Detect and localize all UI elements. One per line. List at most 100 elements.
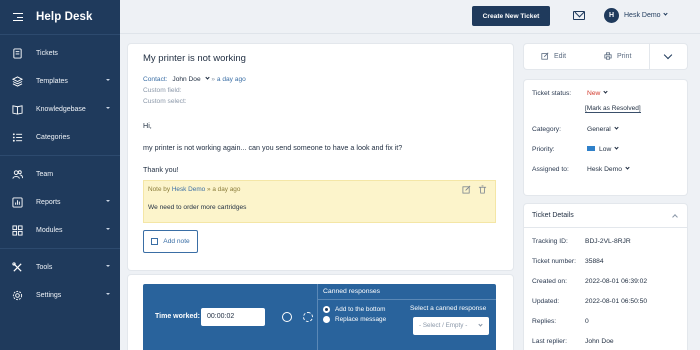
- assigned-value: Hesk Demo: [587, 166, 622, 173]
- ticket-message: Hi, my printer is not working again... c…: [143, 121, 498, 175]
- sidebar-item-knowledgebase[interactable]: Knowledgebase: [0, 95, 120, 123]
- radio-replace-message[interactable]: Replace message: [323, 316, 386, 323]
- chevron-down-icon: [603, 89, 609, 94]
- print-icon: [604, 52, 612, 60]
- reply-card: Time worked: 00:00:02 Canned responses A…: [128, 275, 513, 350]
- sidebar-item-label: Reports: [36, 198, 61, 206]
- sidebar-item-categories[interactable]: Categories: [0, 123, 120, 151]
- chart-icon: [12, 196, 23, 208]
- mark-resolved-link[interactable]: [Mark as Resolved]: [585, 105, 641, 113]
- nav-group-main: Tickets Templates Knowledgebase Categori…: [0, 34, 120, 155]
- add-note-label: Add note: [163, 238, 190, 245]
- chevron-down-icon: [614, 145, 619, 150]
- note-icon: [151, 238, 159, 245]
- edit-icon: [541, 52, 549, 60]
- radio-add-bottom[interactable]: Add to the bottom: [323, 306, 385, 313]
- category-select[interactable]: General: [587, 125, 619, 133]
- canned-heading: Canned responses: [318, 284, 496, 300]
- category-value: General: [587, 126, 611, 133]
- chevron-down-icon: [106, 107, 110, 109]
- chevron-down-icon: [614, 125, 619, 130]
- priority-select[interactable]: Low: [587, 145, 619, 153]
- sidebar-item-tickets[interactable]: Tickets: [0, 39, 120, 67]
- detail-value: 35884: [585, 258, 604, 265]
- sidebar-item-tools[interactable]: Tools: [0, 253, 120, 281]
- message-line: Hi,: [143, 121, 152, 130]
- sidebar-item-label: Tools: [36, 263, 53, 271]
- pause-timer-icon[interactable]: [282, 312, 292, 322]
- category-label: Category:: [532, 126, 561, 133]
- canned-responses: Canned responses Add to the bottom Repla…: [317, 284, 496, 350]
- sidebar-item-label: Templates: [36, 77, 68, 85]
- sidebar-item-team[interactable]: Team: [0, 160, 120, 188]
- mail-icon[interactable]: [573, 11, 585, 20]
- chevron-down-icon: [106, 200, 110, 202]
- detail-label: Last replier:: [532, 338, 567, 345]
- user-name: Hesk Demo: [624, 12, 661, 19]
- sidebar-item-label: Tickets: [36, 49, 58, 57]
- nav-group-team: Team Reports Modules: [0, 155, 120, 248]
- users-icon: [12, 169, 23, 180]
- detail-value: 2022-08-01 06:39:02: [585, 278, 648, 285]
- detail-value: BDJ-2VL-8RJR: [585, 238, 631, 245]
- add-note-button[interactable]: Add note: [143, 230, 198, 253]
- assigned-label: Assigned to:: [532, 166, 569, 173]
- chevron-down-icon[interactable]: [205, 75, 211, 80]
- gear-icon: [12, 290, 23, 301]
- chevron-down-icon[interactable]: [663, 50, 673, 60]
- message-line: Thank you!: [143, 165, 179, 174]
- details-header[interactable]: Ticket Details: [524, 204, 687, 228]
- custom-select: Custom select:: [143, 98, 187, 105]
- edit-button[interactable]: Edit: [541, 52, 566, 60]
- status-value[interactable]: New: [587, 89, 609, 97]
- canned-select-value: - Select / Empty -: [419, 322, 468, 329]
- contact-name[interactable]: John Doe: [172, 76, 200, 83]
- grid-icon: [12, 224, 23, 236]
- edit-icon[interactable]: [462, 185, 471, 194]
- detail-value: John Doe: [585, 338, 614, 345]
- print-label: Print: [617, 52, 632, 60]
- sidebar-item-modules[interactable]: Modules: [0, 216, 120, 244]
- sidebar-item-label: Modules: [36, 226, 63, 234]
- detail-value: 2022-08-01 06:50:50: [585, 298, 648, 305]
- sidebar: Help Desk Tickets Templates Knowledgebas…: [0, 0, 120, 350]
- sidebar-item-reports[interactable]: Reports: [0, 188, 120, 216]
- chevron-down-icon: [106, 293, 110, 295]
- detail-label: Created on:: [532, 278, 567, 285]
- create-ticket-button[interactable]: Create New Ticket: [472, 6, 550, 26]
- brand: Help Desk: [0, 0, 120, 34]
- app-title: Help Desk: [36, 11, 93, 23]
- contact-label: Contact:: [143, 76, 168, 83]
- ticket-subject: My printer is not working: [143, 53, 246, 64]
- divider: [649, 44, 650, 69]
- note-ago: » a day ago: [206, 186, 241, 193]
- detail-value: 0: [585, 318, 589, 325]
- ticket-meta: Contact: John Doe » a day ago Custom fie…: [143, 74, 498, 107]
- ticket-note: Note by Hesk Demo » a day ago We need to…: [143, 180, 496, 223]
- canned-select-label: Select a canned response: [410, 305, 487, 312]
- sidebar-item-settings[interactable]: Settings: [0, 281, 120, 309]
- print-button[interactable]: Print: [604, 52, 631, 60]
- sidebar-item-label: Knowledgebase: [36, 105, 86, 113]
- chevron-down-icon: [106, 265, 110, 267]
- reset-timer-icon[interactable]: [303, 312, 313, 322]
- priority-label: Priority:: [532, 146, 555, 153]
- layers-icon: [12, 75, 23, 87]
- radio-selected-icon: [323, 306, 330, 313]
- avatar[interactable]: H: [604, 8, 619, 23]
- menu-toggle-icon[interactable]: [13, 13, 23, 22]
- chevron-down-icon: [106, 79, 110, 81]
- assigned-select[interactable]: Hesk Demo: [587, 165, 630, 173]
- user-menu[interactable]: Hesk Demo: [624, 11, 668, 19]
- time-worked-input[interactable]: 00:00:02: [201, 308, 265, 326]
- radio-label: Add to the bottom: [335, 306, 386, 313]
- ticket-actions: Edit Print: [524, 44, 687, 69]
- chevron-down-icon: [106, 228, 110, 230]
- ticket-status-card: Ticket status: New [Mark as Resolved] Ca…: [524, 80, 687, 195]
- canned-select[interactable]: - Select / Empty -: [413, 317, 489, 335]
- status-label: Ticket status:: [532, 90, 572, 97]
- status-value-text: New: [587, 90, 601, 97]
- sidebar-item-templates[interactable]: Templates: [0, 67, 120, 95]
- detail-label: Ticket number:: [532, 258, 576, 265]
- trash-icon[interactable]: [478, 185, 487, 194]
